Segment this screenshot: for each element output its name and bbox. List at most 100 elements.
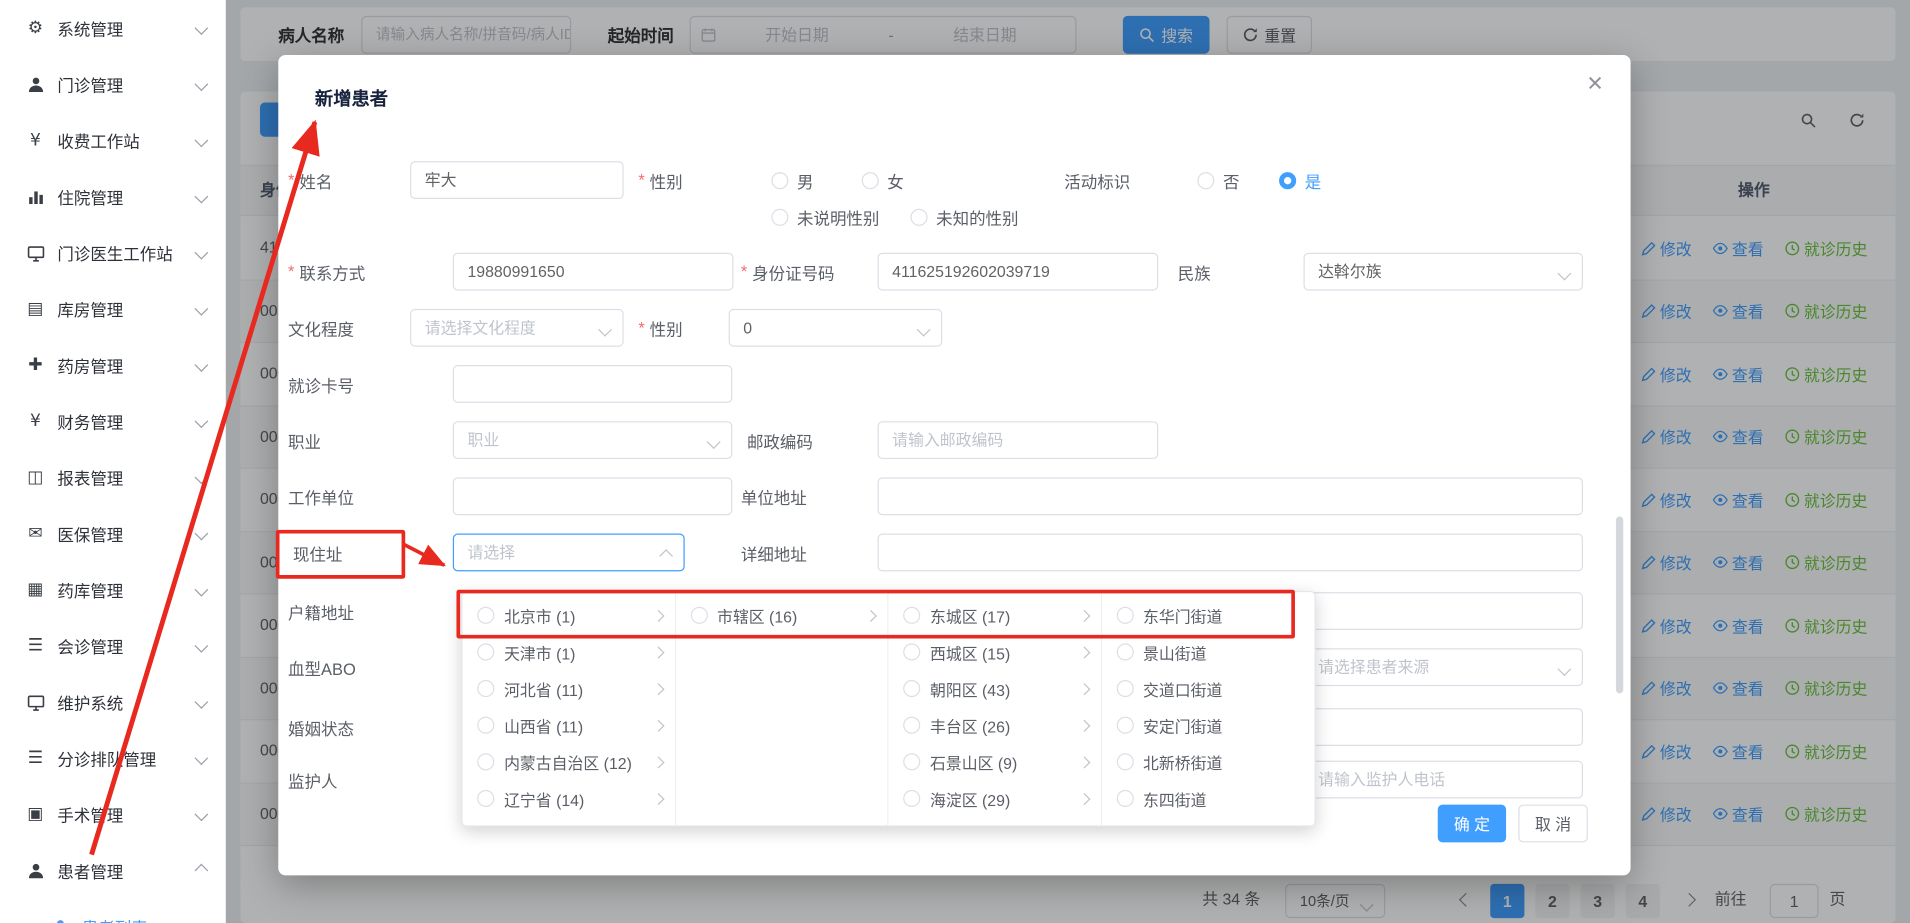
cascader-option[interactable]: 河北省 (11) xyxy=(463,670,675,707)
doc-icon: ▤ xyxy=(24,300,46,317)
cascader-option[interactable]: 市辖区 (16) xyxy=(676,597,888,634)
cascader-option[interactable]: 东城区 (17) xyxy=(889,597,1101,634)
radio-icon[interactable] xyxy=(1116,643,1133,660)
gender-radio-unspecified[interactable]: 未说明性别 xyxy=(771,198,879,236)
sidebar-item[interactable]: ✚药房管理 xyxy=(0,337,226,393)
sidebar-item[interactable]: ¥收费工作站 xyxy=(0,112,226,168)
chevron-down-icon xyxy=(194,639,208,653)
cascader-option[interactable]: 辽宁省 (14) xyxy=(463,780,675,817)
cascader-column: 东城区 (17)西城区 (15)朝阳区 (43)丰台区 (26)石景山区 (9)… xyxy=(889,592,1102,825)
sidebar-item[interactable]: ⚙系统管理 xyxy=(0,0,226,56)
education-select[interactable]: 请选择文化程度 xyxy=(410,309,624,347)
cascader-option[interactable]: 东华门街道 xyxy=(1102,597,1315,634)
sidebar-item[interactable]: ▣手术管理 xyxy=(0,786,226,842)
cascader-option[interactable]: 内蒙古自治区 (12) xyxy=(463,744,675,781)
radio-icon[interactable] xyxy=(903,643,920,660)
sidebar-item[interactable]: ☰会诊管理 xyxy=(0,618,226,674)
chevron-down-icon xyxy=(194,77,208,91)
current-address-label: 现住址 xyxy=(293,534,342,572)
cascader-option[interactable]: 北京市 (1) xyxy=(463,597,675,634)
chart-icon xyxy=(24,187,46,205)
radio-icon[interactable] xyxy=(690,607,707,624)
work-unit-input[interactable] xyxy=(453,477,732,515)
radio-icon[interactable] xyxy=(477,607,494,624)
occupation-select[interactable]: 职业 xyxy=(453,421,732,459)
chevron-down-icon xyxy=(194,246,208,260)
sidebar-item[interactable]: ▦药库管理 xyxy=(0,562,226,618)
chevron-right-icon xyxy=(1078,756,1090,768)
radio-icon[interactable] xyxy=(903,680,920,697)
current-address-cascader[interactable]: 请选择 xyxy=(453,534,685,572)
sidebar-item[interactable]: 门诊医生工作站 xyxy=(0,225,226,281)
sidebar-item[interactable]: ✉医保管理 xyxy=(0,505,226,561)
radio-icon[interactable] xyxy=(1116,607,1133,624)
sidebar-item[interactable]: 患者列表 xyxy=(0,899,226,923)
radio-icon[interactable] xyxy=(477,753,494,770)
guardian-phone-input[interactable]: 请输入监护人电话 xyxy=(1303,761,1582,799)
radio-icon[interactable] xyxy=(1116,790,1133,807)
name-input[interactable]: 牢大 xyxy=(410,161,624,199)
radio-icon[interactable] xyxy=(477,643,494,660)
monitor-icon xyxy=(24,693,46,711)
gender-select[interactable]: 0 xyxy=(729,309,943,347)
confirm-button[interactable]: 确 定 xyxy=(1438,805,1506,843)
gender-radio-unknown[interactable]: 未知的性别 xyxy=(910,198,1018,236)
work-address-input[interactable] xyxy=(878,477,1583,515)
radio-icon[interactable] xyxy=(1116,680,1133,697)
cascader-option[interactable]: 东四街道 xyxy=(1102,780,1315,817)
radio-icon xyxy=(771,208,788,225)
id-number-input[interactable]: 411625192602039719 xyxy=(878,253,1159,291)
patient-source-select[interactable]: 请选择患者来源 xyxy=(1303,648,1582,686)
gender-label: 性别 xyxy=(638,161,682,199)
cascader-option[interactable]: 西城区 (15) xyxy=(889,634,1101,671)
household-address-label: 户籍地址 xyxy=(288,592,354,630)
contact-input[interactable]: 19880991650 xyxy=(453,253,734,291)
detail-address-input[interactable] xyxy=(878,534,1583,572)
cascader-option[interactable]: 石景山区 (9) xyxy=(889,744,1101,781)
radio-icon[interactable] xyxy=(903,790,920,807)
active-flag-radio-yes[interactable]: 是 xyxy=(1279,161,1321,199)
visit-card-input[interactable] xyxy=(453,365,732,403)
cascader-option[interactable]: 海淀区 (29) xyxy=(889,780,1101,817)
radio-icon[interactable] xyxy=(903,607,920,624)
chevron-right-icon xyxy=(1078,719,1090,731)
radio-icon xyxy=(910,208,927,225)
postal-code-label: 邮政编码 xyxy=(747,421,813,459)
modal-scrollbar[interactable] xyxy=(1616,516,1623,693)
sidebar-item[interactable]: 门诊管理 xyxy=(0,56,226,112)
cascader-option[interactable]: 朝阳区 (43) xyxy=(889,670,1101,707)
chevron-right-icon xyxy=(865,609,877,621)
cascader-option[interactable]: 景山街道 xyxy=(1102,634,1315,671)
cascader-option[interactable]: 安定门街道 xyxy=(1102,707,1315,744)
sidebar-item[interactable]: ◫报表管理 xyxy=(0,449,226,505)
sidebar-item[interactable]: 患者管理 xyxy=(0,842,226,898)
radio-icon[interactable] xyxy=(1116,753,1133,770)
cascader-option[interactable]: 天津市 (1) xyxy=(463,634,675,671)
radio-icon[interactable] xyxy=(903,753,920,770)
close-icon[interactable]: ✕ xyxy=(1586,72,1603,96)
radio-icon[interactable] xyxy=(1116,717,1133,734)
yen-icon: ¥ xyxy=(24,132,46,149)
ethnicity-select[interactable]: 达斡尔族 xyxy=(1303,253,1582,291)
radio-icon[interactable] xyxy=(477,790,494,807)
sidebar-item[interactable]: 住院管理 xyxy=(0,168,226,224)
cascader-option[interactable]: 交道口街道 xyxy=(1102,670,1315,707)
radio-icon[interactable] xyxy=(477,680,494,697)
cascader-option[interactable]: 丰台区 (26) xyxy=(889,707,1101,744)
sidebar-item[interactable]: ☰分诊排队管理 xyxy=(0,730,226,786)
gender-radio-female[interactable]: 女 xyxy=(862,161,904,199)
cascader-column: 东华门街道景山街道交道口街道安定门街道北新桥街道东四街道 xyxy=(1102,592,1315,825)
square-icon: ▣ xyxy=(24,806,46,823)
cascader-option[interactable]: 山西省 (11) xyxy=(463,707,675,744)
gender-radio-male[interactable]: 男 xyxy=(771,161,813,199)
active-flag-radio-no[interactable]: 否 xyxy=(1197,161,1239,199)
chevron-right-icon xyxy=(1078,609,1090,621)
sidebar-item[interactable]: 维护系统 xyxy=(0,674,226,730)
cascader-option[interactable]: 北新桥街道 xyxy=(1102,744,1315,781)
radio-icon[interactable] xyxy=(903,717,920,734)
sidebar-item[interactable]: ¥财务管理 xyxy=(0,393,226,449)
postal-code-input[interactable]: 请输入邮政编码 xyxy=(878,421,1159,459)
cancel-button[interactable]: 取 消 xyxy=(1518,805,1588,843)
sidebar-item[interactable]: ▤库房管理 xyxy=(0,281,226,337)
radio-icon[interactable] xyxy=(477,717,494,734)
